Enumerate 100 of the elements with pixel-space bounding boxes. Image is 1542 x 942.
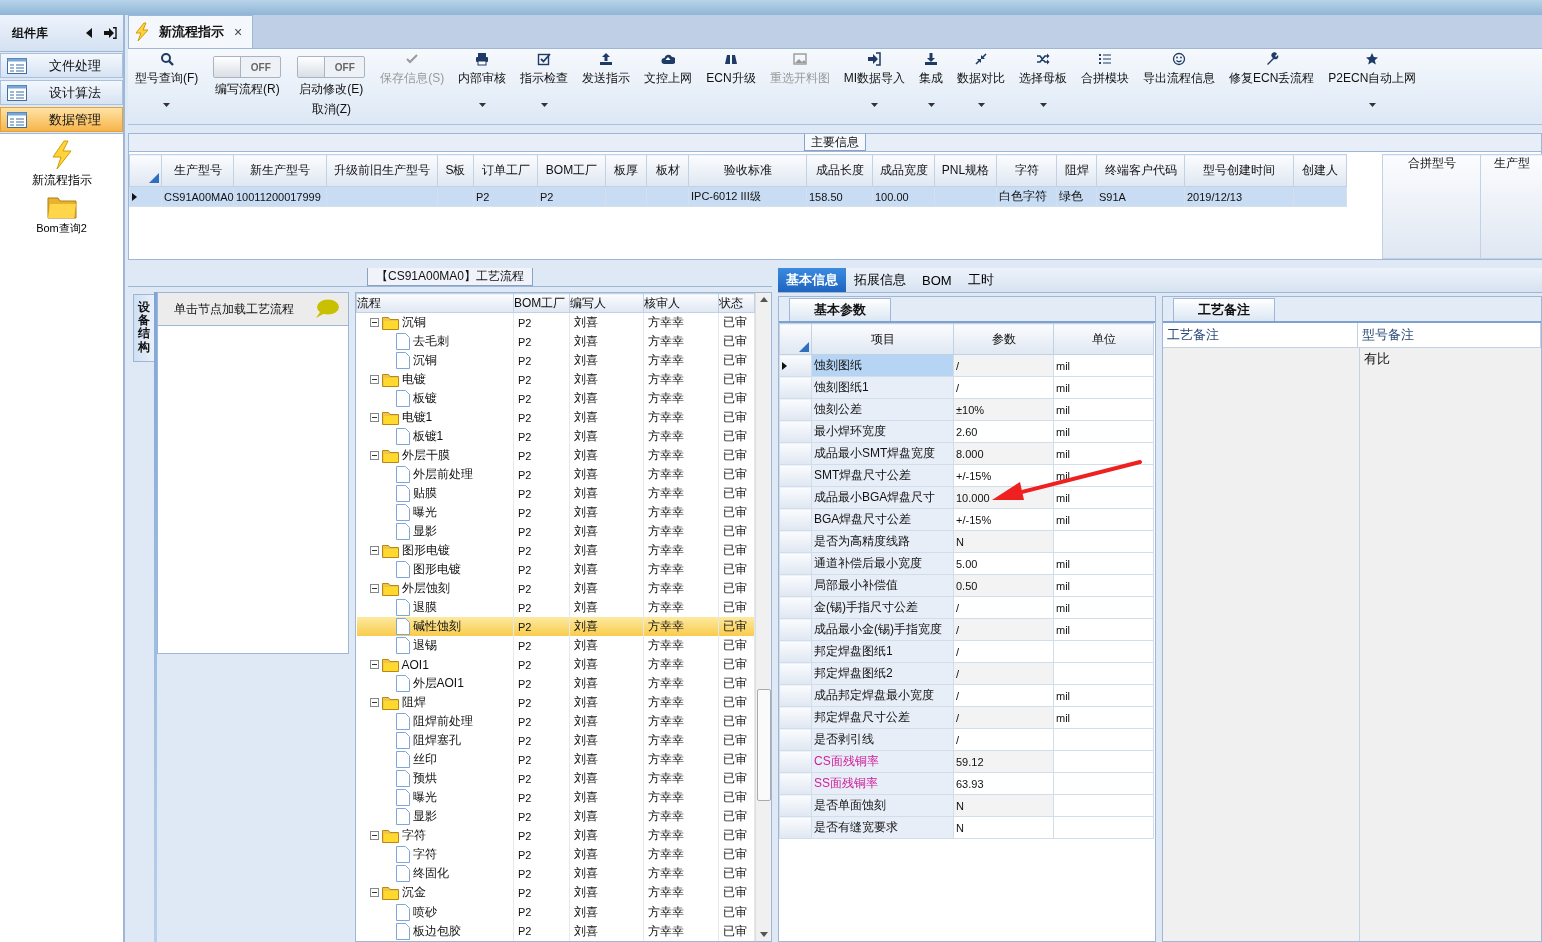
column-header[interactable]: 流程 (356, 293, 514, 313)
parameter-value[interactable]: N (956, 821, 964, 834)
toolbar-button[interactable]: 选择母板 (1012, 52, 1074, 118)
tree-row[interactable]: 显影 P2 刘喜 方幸幸 已审 (356, 522, 755, 542)
parameter-value[interactable]: / (956, 667, 960, 680)
toolbar-button[interactable]: 修复ECN丢流程 (1222, 52, 1322, 118)
column-header[interactable]: 创建人 (1293, 154, 1347, 187)
tree-row[interactable]: 阻焊前处理 P2 刘喜 方幸幸 已审 (356, 712, 755, 732)
collapse-icon[interactable] (369, 546, 379, 556)
parameter-value[interactable]: 0.50 (956, 579, 978, 592)
toolbar-button[interactable]: 文控上网 (637, 52, 700, 118)
tree-row[interactable]: 碱性蚀刻 P2 刘喜 方幸幸 已审 (356, 617, 755, 637)
toolbar-button[interactable]: 合拼模块 (1074, 52, 1136, 118)
parameter-value[interactable]: 5.00 (956, 557, 978, 570)
shortcut-tile[interactable]: Bom查询2 (36, 195, 87, 236)
parameter-value[interactable]: 10.000 (956, 491, 990, 504)
tree-row[interactable]: 板镀 P2 刘喜 方幸幸 已审 (356, 389, 755, 409)
column-header[interactable]: 板厚 (605, 154, 647, 187)
sidebar-item[interactable]: 数据管理 (0, 107, 123, 132)
collapse-icon[interactable] (369, 451, 379, 461)
collapse-icon[interactable] (369, 831, 379, 841)
cancel-button[interactable]: 取消(Z) (311, 101, 351, 118)
sidebar-item[interactable]: 文件处理 (0, 53, 123, 78)
toolbar-button[interactable]: MI数据导入 (836, 52, 912, 118)
column-header[interactable]: 型号备注 (1357, 323, 1541, 347)
close-button[interactable]: × (234, 24, 243, 40)
parameter-value[interactable]: / (956, 733, 960, 746)
tree-row[interactable]: 外层蚀刻 P2 刘喜 方幸幸 已审 (356, 579, 755, 599)
sidebar-item[interactable]: 设计算法 (0, 80, 123, 105)
tab[interactable]: 基本信息 (778, 268, 846, 292)
document-tab[interactable]: 新流程指示 × (128, 15, 254, 48)
column-header[interactable]: 生产型 (1480, 154, 1542, 259)
column-header[interactable]: 订单工厂 (473, 154, 538, 187)
collapse-icon[interactable] (369, 375, 379, 385)
tree-row[interactable]: 曝光 P2 刘喜 方幸幸 已审 (356, 788, 755, 808)
toolbar-button[interactable]: P2ECN自动上网 (1321, 52, 1424, 118)
column-header[interactable]: 型号创建时间 (1184, 154, 1294, 187)
toolbar-button[interactable]: 型号查询(F) (128, 52, 206, 118)
toolbar-button[interactable]: ECN升级 (699, 52, 763, 118)
collapse-left-icon[interactable] (85, 28, 93, 38)
parameter-value[interactable]: ±10% (956, 403, 985, 416)
scrollbar[interactable] (755, 293, 771, 941)
column-header[interactable]: 验收标准 (688, 154, 807, 187)
tree-row[interactable]: 终固化 P2 刘喜 方幸幸 已审 (356, 864, 755, 884)
shortcut-tile[interactable]: 新流程指示 (31, 140, 92, 189)
scroll-thumb[interactable] (756, 688, 771, 801)
column-header[interactable]: 核审人 (643, 293, 719, 313)
side-tab[interactable]: 设备结构 (133, 294, 154, 362)
column-header[interactable]: BOM工厂 (513, 293, 570, 313)
tree-row[interactable]: 喷砂 P2 刘喜 方幸幸 已审 (356, 902, 755, 922)
tree-row[interactable]: 去毛刺 P2 刘喜 方幸幸 已审 (356, 332, 755, 352)
column-header[interactable]: 工艺备注 (1163, 323, 1358, 347)
parameter-value[interactable]: 8.000 (956, 447, 984, 460)
column-header[interactable]: 成品宽度 (872, 154, 935, 187)
parameter-value[interactable]: / (956, 601, 960, 614)
column-header[interactable]: 项目 (811, 323, 954, 355)
parameter-value[interactable]: / (956, 359, 960, 372)
column-header[interactable]: 参数 (953, 323, 1054, 355)
column-header[interactable]: 合拼型号 (1382, 154, 1481, 259)
tree-row[interactable]: 字符 P2 刘喜 方幸幸 已审 (356, 826, 755, 846)
tree-row[interactable]: 沉铜 P2 刘喜 方幸幸 已审 (356, 351, 755, 371)
parameter-value[interactable]: / (956, 645, 960, 658)
tab[interactable]: 工时 (959, 268, 1002, 292)
tree-row[interactable]: AOI1 P2 刘喜 方幸幸 已审 (356, 655, 755, 675)
parameter-value[interactable]: / (956, 623, 960, 636)
tree-row[interactable]: 丝印 P2 刘喜 方幸幸 已审 (356, 750, 755, 770)
collapse-icon[interactable] (369, 888, 379, 898)
toolbar-button[interactable]: 数据对比 (950, 52, 1012, 118)
parameter-value[interactable]: 59.12 (956, 755, 984, 768)
collapse-icon[interactable] (369, 660, 379, 670)
column-header[interactable]: 新生产型号 (233, 154, 327, 187)
collapse-icon[interactable] (369, 698, 379, 708)
tree-row[interactable]: 字符 P2 刘喜 方幸幸 已审 (356, 845, 755, 865)
collapse-icon[interactable] (369, 318, 379, 327)
column-header[interactable]: PNL规格 (934, 154, 997, 187)
column-header[interactable]: 状态 (718, 293, 755, 313)
column-header[interactable]: 成品长度 (806, 154, 873, 187)
tree-row[interactable]: 外层前处理 P2 刘喜 方幸幸 已审 (356, 465, 755, 485)
tree-row[interactable]: 外层干膜 P2 刘喜 方幸幸 已审 (356, 446, 755, 466)
column-header[interactable]: 升级前旧生产型号 (326, 154, 438, 187)
column-header[interactable]: S板 (437, 154, 474, 187)
parameter-value[interactable]: N (956, 535, 964, 548)
tree-row[interactable]: 电镀 P2 刘喜 方幸幸 已审 (356, 370, 755, 390)
tree-row[interactable]: 阻焊塞孔 P2 刘喜 方幸幸 已审 (356, 731, 755, 751)
column-header[interactable]: 生产型号 (161, 154, 234, 187)
tree-row[interactable]: 电镀1 P2 刘喜 方幸幸 已审 (356, 408, 755, 428)
column-header[interactable]: 编写人 (569, 293, 644, 313)
toggle-switch[interactable]: OFF (213, 56, 282, 78)
tab[interactable]: BOM (914, 268, 960, 292)
tree-row[interactable]: 阻焊 P2 刘喜 方幸幸 已审 (356, 693, 755, 713)
parameter-value[interactable]: 2.60 (956, 425, 978, 438)
column-header[interactable]: 板材 (646, 154, 689, 187)
tree-row[interactable]: 图形电镀 P2 刘喜 方幸幸 已审 (356, 560, 755, 580)
column-header[interactable]: 字符 (996, 154, 1057, 187)
toggle-switch[interactable]: OFF (297, 56, 366, 78)
parameter-value[interactable]: 63.93 (956, 777, 984, 790)
scroll-up-icon[interactable] (759, 297, 768, 302)
parameter-value[interactable]: N (956, 799, 964, 812)
toolbar-button[interactable]: 内部审核 (451, 52, 514, 118)
toolbar-button[interactable]: 导出流程信息 (1136, 52, 1222, 118)
